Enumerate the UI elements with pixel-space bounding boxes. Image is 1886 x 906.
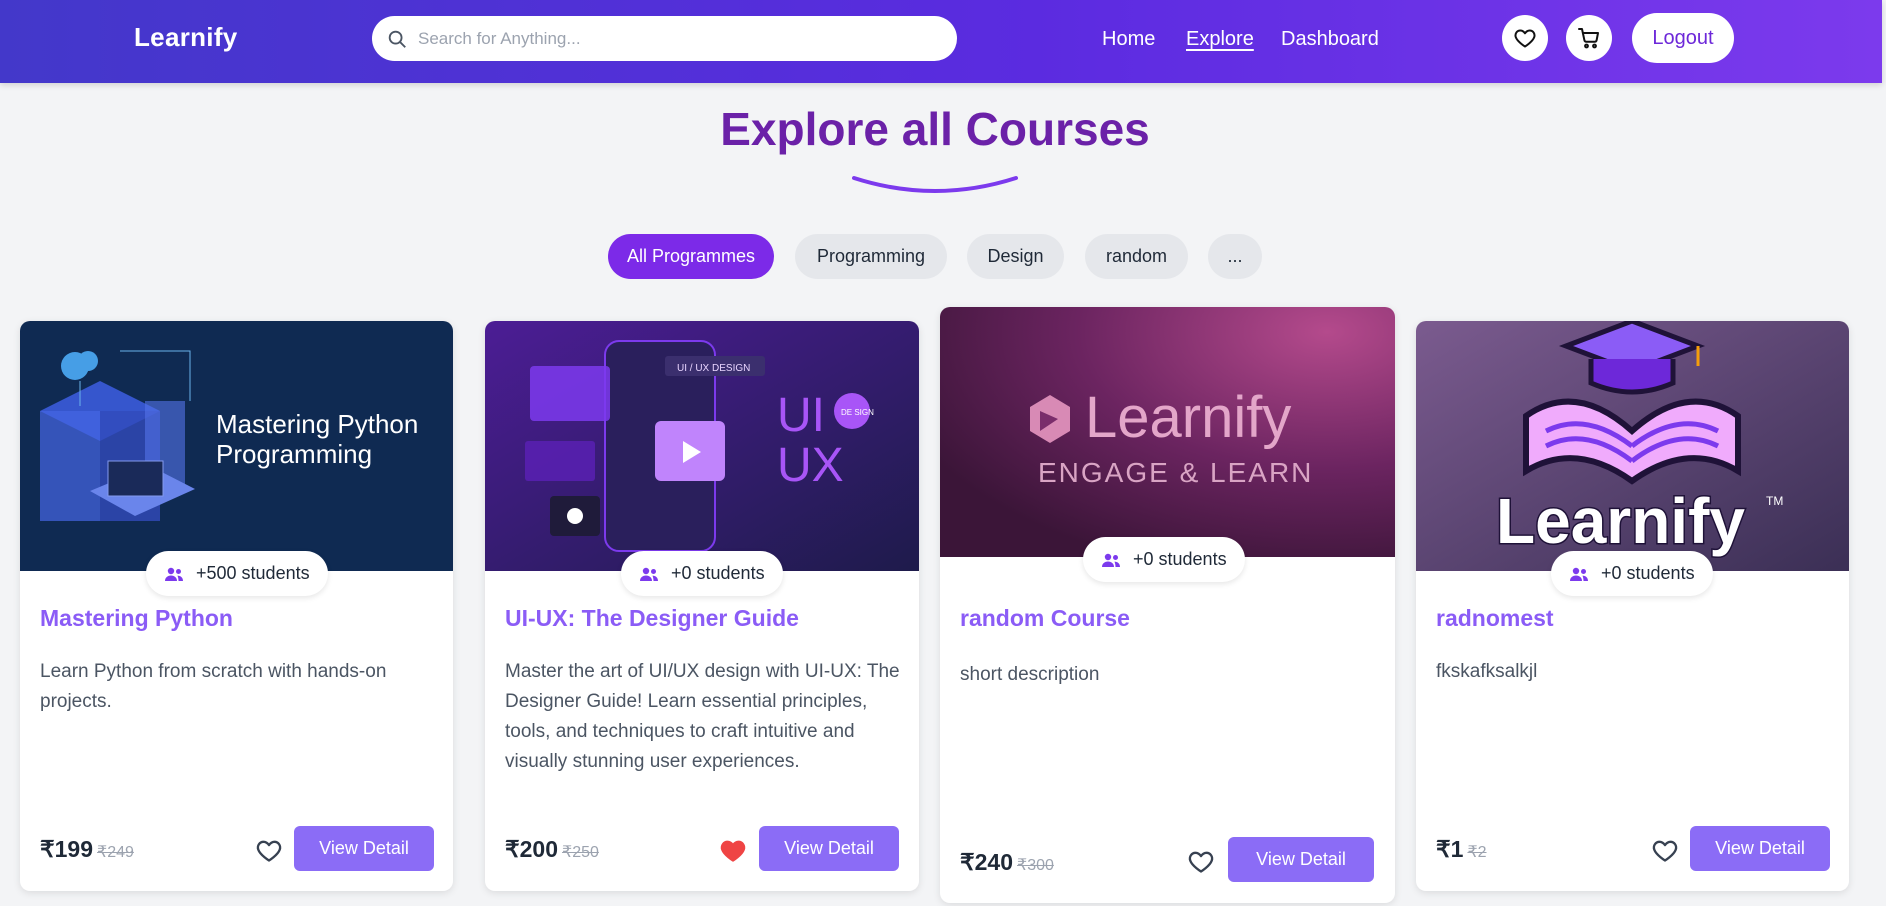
thumb-design-badge-text: DE SIGN [841,408,874,417]
course-description: Master the art of UI/UX design with UI-U… [505,661,900,772]
course-price: ₹199 ₹249 [40,836,134,863]
students-badge: +0 students [1083,537,1245,582]
current-price: ₹240 [960,849,1014,875]
nav-explore[interactable]: Explore [1186,28,1254,51]
view-detail-button[interactable]: View Detail [759,826,899,871]
students-count: +0 students [1601,563,1695,583]
current-price: ₹200 [505,836,559,862]
filter-random[interactable]: random [1085,234,1188,279]
course-thumbnail: UI / UX DESIGN UI UX DE SIGN [485,321,919,571]
thumb-ui-text: UI [777,389,825,442]
original-price: ₹2 [1467,844,1487,861]
course-price: ₹200 ₹250 [505,836,599,863]
users-icon [165,567,183,581]
heart-icon [1514,29,1536,48]
course-card[interactable]: Learnify ENGAGE & LEARN +0 students rand… [940,307,1395,903]
view-detail-button[interactable]: View Detail [1228,837,1374,882]
course-card[interactable]: Mastering Python Programming +500 studen… [20,321,453,891]
course-thumbnail: Learnify ENGAGE & LEARN [940,307,1395,557]
course-card[interactable]: UI / UX DESIGN UI UX DE SIGN +0 students… [485,321,919,891]
logo[interactable]: Learnify [134,22,238,53]
title-underline-curve [852,176,1018,193]
cart-button[interactable] [1566,15,1612,61]
thumb-brand-text: Learnify [1085,385,1291,450]
original-price: ₹249 [97,844,134,861]
filter-design[interactable]: Design [967,234,1064,279]
wishlist-button[interactable] [1502,15,1548,61]
students-badge: +0 students [1551,551,1713,596]
users-icon [1570,567,1588,581]
course-title[interactable]: radnomest [1436,605,1554,632]
view-detail-button[interactable]: View Detail [294,826,434,871]
search-bar[interactable] [372,16,957,61]
page-title: Explore all Courses [720,103,1150,155]
course-description: short description [960,664,1100,685]
thumb-tag-text: UI / UX DESIGN [677,363,750,374]
students-badge: +0 students [621,551,783,596]
original-price: ₹250 [562,844,599,861]
heart-filled-icon[interactable] [719,837,747,863]
thumb-tm-text: TM [1766,494,1783,508]
thumb-text-line-2: Programming [216,439,372,469]
students-count: +500 students [196,563,310,583]
current-price: ₹199 [40,836,94,862]
course-thumbnail: Mastering Python Programming [20,321,453,571]
search-icon [388,30,406,48]
nav-home[interactable]: Home [1102,28,1155,51]
search-input[interactable] [418,28,938,49]
filter-programming[interactable]: Programming [795,234,947,279]
students-count: +0 students [1133,549,1227,569]
nav-dashboard[interactable]: Dashboard [1281,28,1379,51]
current-price: ₹1 [1436,836,1464,862]
course-title[interactable]: Mastering Python [40,605,233,632]
users-icon [640,567,658,581]
thumb-brand-text: Learnify [1496,485,1745,557]
course-thumbnail: Learnify TM [1416,321,1849,571]
filter-all-programmes[interactable]: All Programmes [608,234,774,279]
course-description: Learn Python from scratch with hands-on … [40,661,387,712]
users-icon [1102,553,1120,567]
original-price: ₹300 [1017,857,1054,874]
thumb-text-line-1: Mastering Python [216,409,418,439]
view-detail-button[interactable]: View Detail [1690,826,1830,871]
logout-button[interactable]: Logout [1632,13,1734,63]
cart-icon [1578,28,1599,49]
filter-more[interactable]: ... [1208,234,1262,279]
course-price: ₹1 ₹2 [1436,836,1487,863]
course-description: fkskafksalkjl [1436,661,1538,682]
top-navbar: Learnify Home Explore Dashboard Logout [0,0,1882,83]
heart-icon[interactable] [255,837,283,863]
heart-icon[interactable] [1187,848,1215,874]
thumb-tagline-text: ENGAGE & LEARN [1038,457,1313,488]
course-title[interactable]: UI-UX: The Designer Guide [505,605,799,632]
students-count: +0 students [671,563,765,583]
heart-icon[interactable] [1651,837,1679,863]
course-price: ₹240 ₹300 [960,849,1054,876]
thumb-ux-text: UX [777,439,844,492]
course-card[interactable]: Learnify TM +0 students radnomest fkskaf… [1416,321,1849,891]
students-badge: +500 students [146,551,328,596]
course-title[interactable]: random Course [960,605,1130,632]
